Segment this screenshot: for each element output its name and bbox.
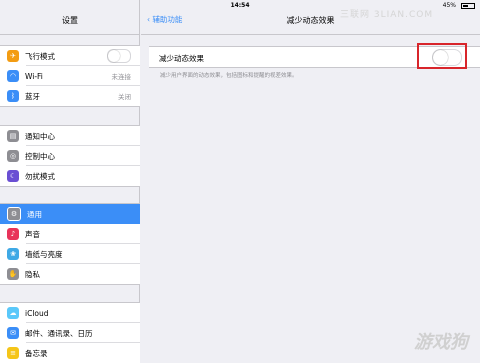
reduce-motion-description: 减少用户界面的动态效果，包括图标和提醒的视差效果。 (160, 73, 298, 79)
site-logo: 游戏狗 (414, 332, 468, 353)
sidebar-item-label: 备忘录 (25, 348, 48, 358)
sidebar-item-mail-contacts-calendars[interactable]: ✉ 邮件、通讯录、日历 (0, 323, 140, 343)
cloud-icon: ☁ (7, 307, 19, 319)
sidebar-item-label: 勿扰模式 (25, 171, 55, 181)
control-center-icon: ◎ (7, 150, 19, 162)
notes-icon: ≡ (7, 347, 19, 359)
sidebar-item-label: 通用 (27, 209, 42, 219)
sidebar-group-connectivity: ✈ 飞行模式 ◠ Wi-Fi 未连接 ᛒ 蓝牙 关闭 (0, 45, 140, 107)
wifi-status: 未连接 (111, 73, 132, 81)
sidebar-item-label: 控制中心 (25, 151, 55, 161)
airplane-icon: ✈ (7, 50, 19, 62)
sidebar-group-accounts: ☁ iCloud ✉ 邮件、通讯录、日历 ≡ 备忘录 (0, 302, 140, 363)
sidebar-item-sounds[interactable]: ♪ 声音 (0, 224, 140, 244)
sidebar-item-wifi[interactable]: ◠ Wi-Fi 未连接 (0, 66, 140, 86)
airplane-mode-toggle[interactable] (107, 49, 131, 63)
sidebar-item-label: 蓝牙 (25, 91, 40, 101)
hand-icon: ✋ (7, 268, 19, 280)
sidebar-item-label: 邮件、通讯录、日历 (25, 328, 93, 338)
sidebar-group-general: ⚙ 通用 ♪ 声音 ❀ 墙纸与亮度 ✋ 隐私 (0, 203, 140, 285)
sidebar-item-privacy[interactable]: ✋ 隐私 (0, 264, 140, 284)
mail-icon: ✉ (7, 327, 19, 339)
sidebar-item-label: 通知中心 (25, 131, 55, 141)
bluetooth-status: 关闭 (118, 93, 131, 101)
sidebar-item-control-center[interactable]: ◎ 控制中心 (0, 146, 140, 166)
speaker-icon: ♪ (7, 228, 19, 240)
sidebar-item-label: 墙纸与亮度 (25, 249, 63, 259)
sidebar-item-icloud[interactable]: ☁ iCloud (0, 303, 140, 323)
reduce-motion-label: 减少动态效果 (159, 54, 204, 63)
sidebar-item-label: 飞行模式 (25, 51, 55, 61)
nav-divider (141, 34, 480, 35)
sidebar-item-label: 声音 (25, 229, 40, 239)
sidebar-group-notifications: ▤ 通知中心 ◎ 控制中心 ☾ 勿扰模式 (0, 125, 140, 187)
notification-center-icon: ▤ (7, 130, 19, 142)
sidebar-item-bluetooth[interactable]: ᛒ 蓝牙 关闭 (0, 86, 140, 106)
sidebar-item-label: iCloud (25, 308, 49, 318)
sidebar-item-label: Wi-Fi (25, 71, 43, 81)
wallpaper-icon: ❀ (7, 248, 19, 260)
sidebar-item-notes[interactable]: ≡ 备忘录 (0, 343, 140, 363)
highlight-annotation-box (417, 43, 467, 69)
sidebar-title: 设置 (62, 16, 78, 25)
sidebar-item-label: 隐私 (25, 269, 40, 279)
bluetooth-icon: ᛒ (7, 90, 19, 102)
moon-icon: ☾ (7, 170, 19, 182)
settings-sidebar: 设置 ✈ 飞行模式 ◠ Wi-Fi 未连接 ᛒ 蓝牙 关闭 ▤ 通知中心 ◎ 控… (0, 0, 140, 363)
sidebar-item-do-not-disturb[interactable]: ☾ 勿扰模式 (0, 166, 140, 186)
sidebar-item-general[interactable]: ⚙ 通用 (0, 204, 140, 224)
wifi-icon: ◠ (7, 70, 19, 82)
watermark: 三联网 3LIAN.COM (340, 10, 434, 20)
sidebar-divider (0, 34, 140, 35)
sidebar-item-notification-center[interactable]: ▤ 通知中心 (0, 126, 140, 146)
sidebar-item-airplane-mode[interactable]: ✈ 飞行模式 (0, 46, 140, 66)
sidebar-item-wallpaper[interactable]: ❀ 墙纸与亮度 (0, 244, 140, 264)
gear-icon: ⚙ (7, 207, 21, 221)
